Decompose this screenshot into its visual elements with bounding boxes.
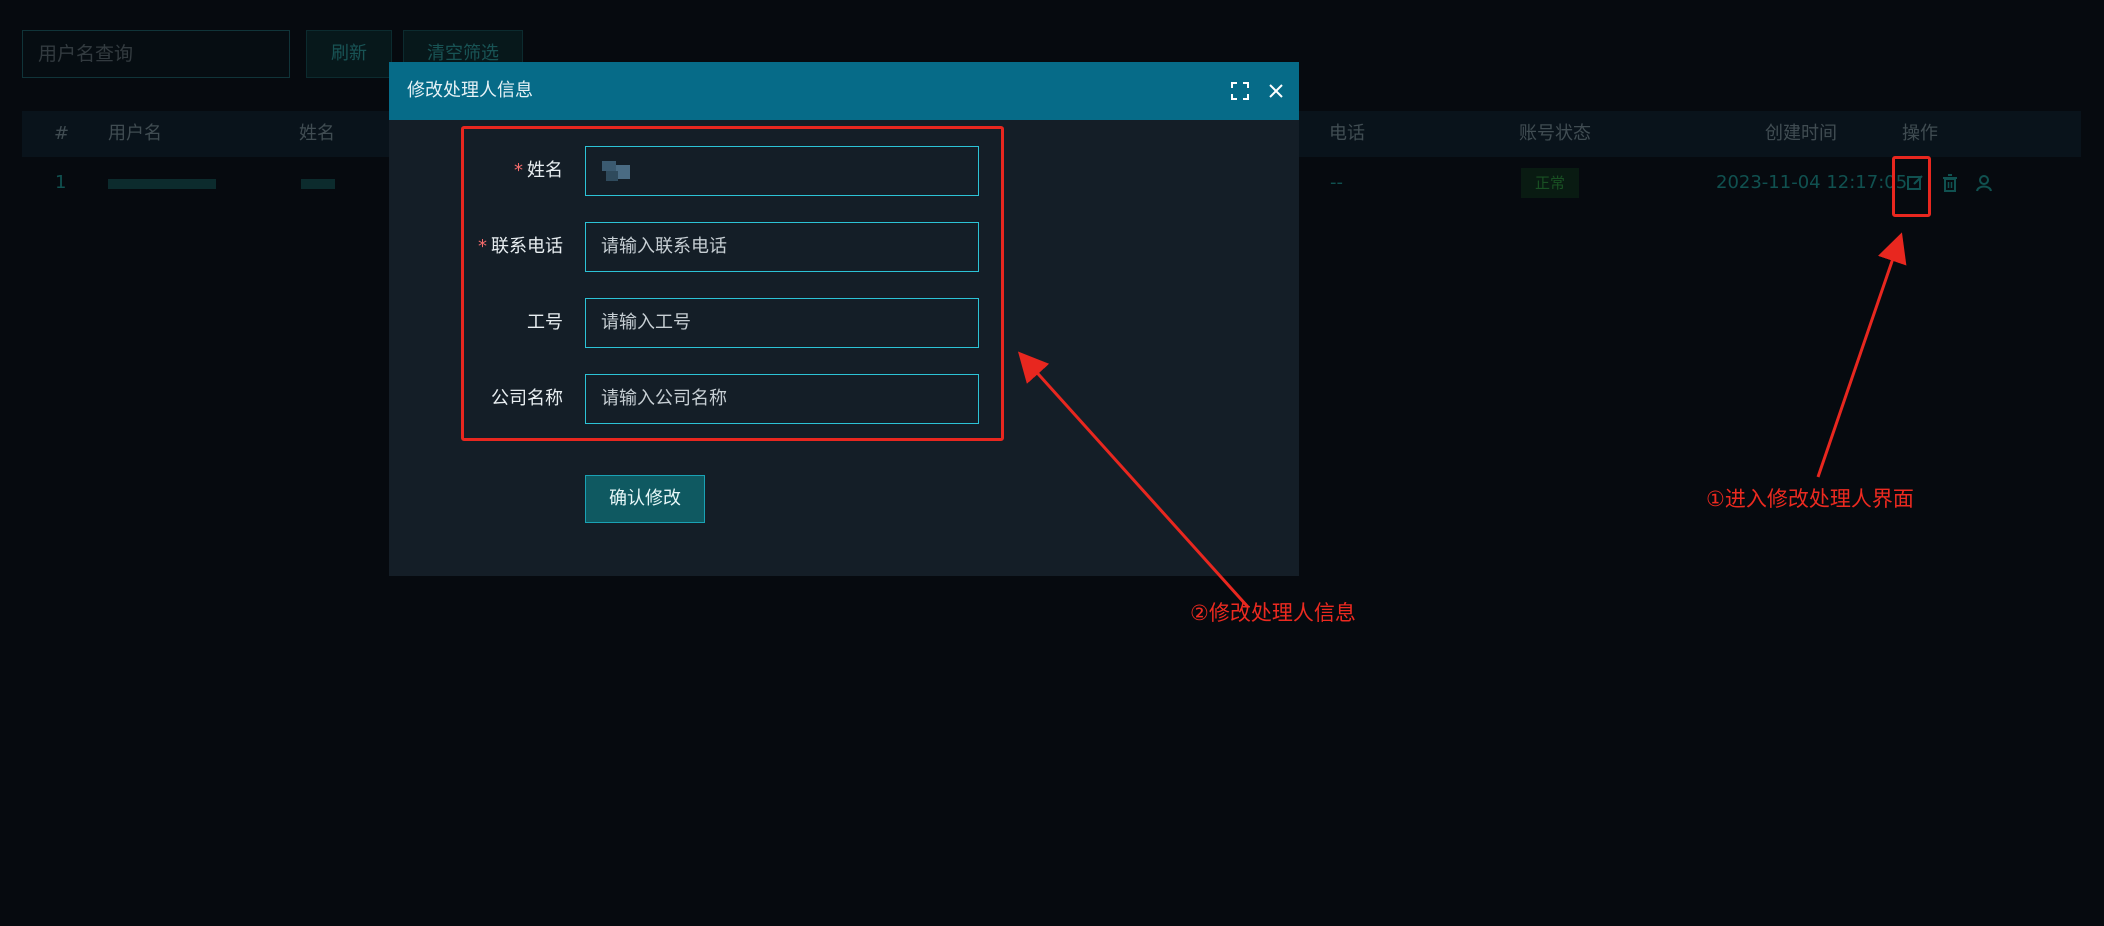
- annotation-step1-text: ①进入修改处理人界面: [1706, 487, 1914, 511]
- annotation-step2-text: ②修改处理人信息: [1190, 601, 1356, 625]
- annotation-arrows: [1017, 232, 1907, 609]
